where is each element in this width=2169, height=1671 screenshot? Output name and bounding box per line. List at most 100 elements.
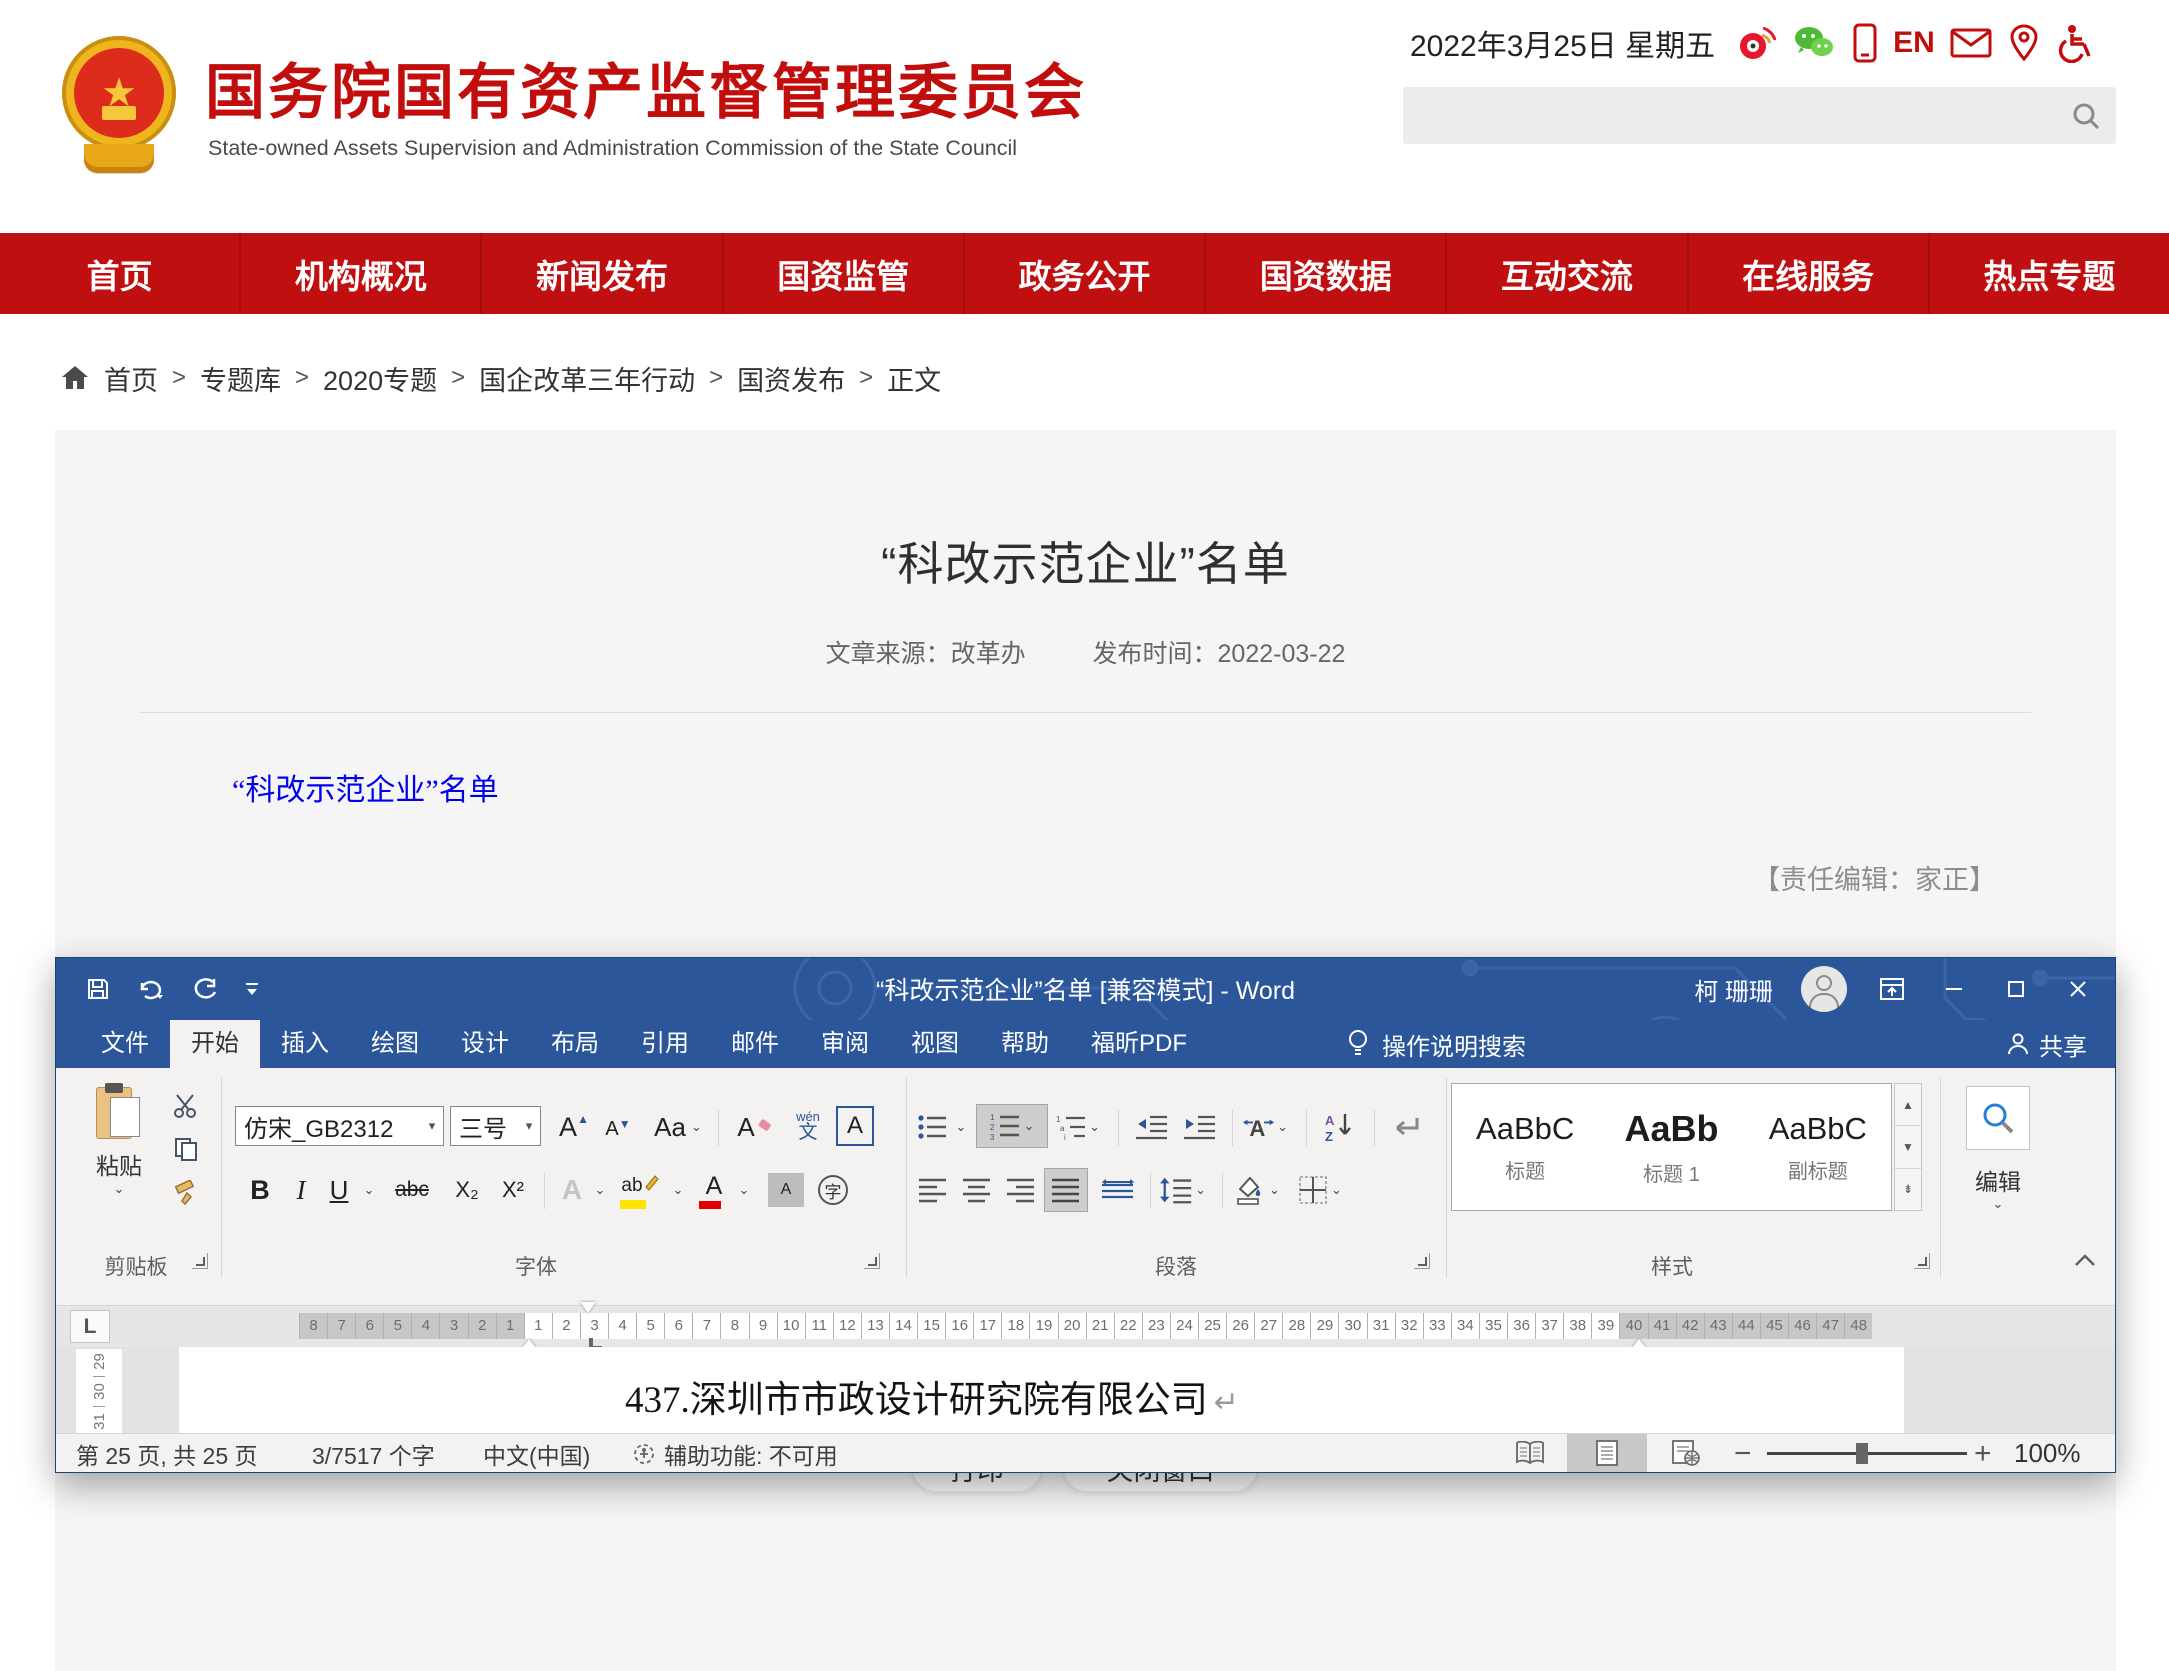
paste-button[interactable]: 粘贴 ⌄ xyxy=(86,1083,152,1233)
change-case-button[interactable]: Aa⌄ xyxy=(648,1108,708,1146)
styles-more-button[interactable]: ⇟ xyxy=(1895,1169,1921,1210)
character-border-button[interactable]: A xyxy=(836,1106,874,1146)
minimize-button[interactable] xyxy=(1937,969,1971,1009)
customize-qat-icon[interactable] xyxy=(244,980,260,998)
asian-layout-button[interactable]: A ⌄ xyxy=(1242,1108,1288,1146)
ribbon-tab[interactable]: 审阅 xyxy=(800,1020,890,1068)
decrease-indent-button[interactable] xyxy=(1130,1108,1174,1146)
bold-button[interactable]: B xyxy=(242,1171,278,1209)
subscript-button[interactable]: X₂ xyxy=(446,1171,488,1209)
increase-indent-button[interactable] xyxy=(1178,1108,1222,1146)
save-icon[interactable] xyxy=(86,977,110,1001)
close-button[interactable] xyxy=(2061,969,2095,1009)
styles-dialog-launcher[interactable] xyxy=(1914,1253,1930,1269)
accessibility-status[interactable]: 辅助功能: 不可用 xyxy=(632,1434,838,1473)
home-icon[interactable] xyxy=(60,363,90,393)
highlight-button[interactable]: ab xyxy=(618,1171,662,1209)
ribbon-display-options-icon[interactable] xyxy=(1875,969,1909,1009)
multilevel-list-button[interactable]: 1ai ⌄ xyxy=(1056,1108,1100,1146)
ribbon-tab[interactable]: 布局 xyxy=(530,1020,620,1068)
font-color-caret[interactable]: ⌄ xyxy=(734,1171,754,1209)
ribbon-tab[interactable]: 设计 xyxy=(440,1020,530,1068)
english-link[interactable]: EN xyxy=(1893,26,1935,60)
attachment-link[interactable]: “科改示范企业”名单 xyxy=(232,765,499,809)
nav-item[interactable]: 政务公开 xyxy=(965,233,1206,314)
text-effects-button[interactable]: A xyxy=(554,1171,590,1209)
collapse-ribbon-icon[interactable] xyxy=(2070,1248,2100,1272)
word-count[interactable]: 3/7517 个字 xyxy=(312,1434,435,1473)
ribbon-tab[interactable]: 引用 xyxy=(620,1020,710,1068)
line-spacing-button[interactable]: ⌄ xyxy=(1160,1171,1206,1209)
numbering-button[interactable]: 123 ⌄ xyxy=(976,1104,1048,1148)
paragraph-dialog-launcher[interactable] xyxy=(1414,1253,1430,1269)
borders-button[interactable]: ⌄ xyxy=(1296,1171,1344,1209)
bullets-caret[interactable]: ⌄ xyxy=(952,1108,970,1146)
breadcrumb-item[interactable]: 国资发布 xyxy=(737,359,845,398)
account-name[interactable]: 柯 珊珊 xyxy=(1694,972,1773,1007)
undo-icon[interactable] xyxy=(136,977,166,1001)
wechat-icon[interactable] xyxy=(1791,23,1837,63)
nav-item[interactable]: 在线服务 xyxy=(1689,233,1930,314)
nav-item[interactable]: 首页 xyxy=(0,233,241,314)
ribbon-tab[interactable]: 帮助 xyxy=(980,1020,1070,1068)
bullets-button[interactable] xyxy=(914,1108,952,1146)
ribbon-tab[interactable]: 开始 xyxy=(170,1020,260,1068)
highlight-caret[interactable]: ⌄ xyxy=(668,1171,688,1209)
character-shading-button[interactable]: A xyxy=(768,1173,804,1207)
accessibility-icon[interactable] xyxy=(2056,23,2092,63)
shading-bucket-button[interactable]: ⌄ xyxy=(1232,1171,1280,1209)
justify-button[interactable] xyxy=(1044,1168,1088,1212)
editing-caret[interactable]: ⌄ xyxy=(1993,1196,2004,1212)
find-button[interactable] xyxy=(1966,1086,2030,1150)
text-effects-caret[interactable]: ⌄ xyxy=(590,1171,610,1209)
language-indicator[interactable]: 中文(中国) xyxy=(483,1434,590,1473)
document-page[interactable]: 437.深圳市市政设计研究院有限公司↵ xyxy=(179,1347,1904,1433)
align-right-button[interactable] xyxy=(1002,1171,1040,1209)
nav-item[interactable]: 国资监管 xyxy=(724,233,965,314)
nav-item[interactable]: 热点专题 xyxy=(1930,233,2169,314)
redo-icon[interactable] xyxy=(192,977,218,1001)
show-marks-button[interactable] xyxy=(1382,1108,1428,1146)
font-color-button[interactable]: A xyxy=(696,1171,732,1209)
location-icon[interactable] xyxy=(2007,23,2041,63)
ribbon-tab[interactable]: 邮件 xyxy=(710,1020,800,1068)
share-button[interactable]: 共享 xyxy=(2007,1020,2087,1068)
page-indicator[interactable]: 第 25 页, 共 25 页 xyxy=(76,1434,258,1473)
copy-icon[interactable] xyxy=(168,1136,204,1162)
nav-item[interactable]: 国资数据 xyxy=(1206,233,1447,314)
underline-dropdown-caret[interactable]: ⌄ xyxy=(358,1171,380,1209)
zoom-slider-handle[interactable] xyxy=(1856,1443,1868,1464)
font-name-combobox[interactable]: 仿宋_GB2312▾ xyxy=(235,1106,444,1146)
enclose-characters-button[interactable]: 字 xyxy=(814,1171,852,1209)
styles-scroll-up[interactable]: ▲ xyxy=(1895,1084,1921,1126)
format-painter-icon[interactable] xyxy=(168,1180,204,1206)
strikethrough-button[interactable]: abc xyxy=(386,1171,438,1209)
italic-button[interactable]: I xyxy=(284,1171,318,1209)
font-dialog-launcher[interactable] xyxy=(864,1253,880,1269)
cut-icon[interactable] xyxy=(168,1093,204,1119)
maximize-button[interactable] xyxy=(1999,969,2033,1009)
clipboard-dialog-launcher[interactable] xyxy=(192,1253,208,1269)
align-left-button[interactable] xyxy=(914,1171,952,1209)
document-text-line[interactable]: 437.深圳市市政设计研究院有限公司↵ xyxy=(625,1369,1239,1423)
mobile-icon[interactable] xyxy=(1852,23,1878,63)
breadcrumb-item[interactable]: 2020专题 xyxy=(323,359,437,398)
underline-button[interactable]: U xyxy=(322,1171,356,1209)
weibo-icon[interactable] xyxy=(1736,23,1776,63)
grow-font-button[interactable]: A▲ xyxy=(554,1108,594,1146)
style-item[interactable]: AaBbC标题 xyxy=(1452,1084,1598,1210)
tell-me-search[interactable]: 操作说明搜索 xyxy=(1346,1020,1526,1068)
align-center-button[interactable] xyxy=(958,1171,996,1209)
zoom-in-button[interactable]: + xyxy=(1974,1434,1992,1473)
ruler-track[interactable]: 8765432112345678910111213141516171819202… xyxy=(299,1313,1872,1339)
nav-item[interactable]: 机构概况 xyxy=(241,233,482,314)
nav-item[interactable]: 新闻发布 xyxy=(482,233,723,314)
avatar[interactable] xyxy=(1801,966,1847,1012)
mail-icon[interactable] xyxy=(1950,27,1992,59)
clear-formatting-button[interactable]: A xyxy=(732,1108,776,1146)
style-item[interactable]: AaBb标题 1 xyxy=(1598,1084,1744,1210)
print-layout-button[interactable] xyxy=(1567,1434,1647,1472)
read-mode-button[interactable] xyxy=(1504,1434,1556,1472)
breadcrumb-item[interactable]: 正文 xyxy=(887,359,941,398)
search-input[interactable] xyxy=(1403,87,2056,144)
